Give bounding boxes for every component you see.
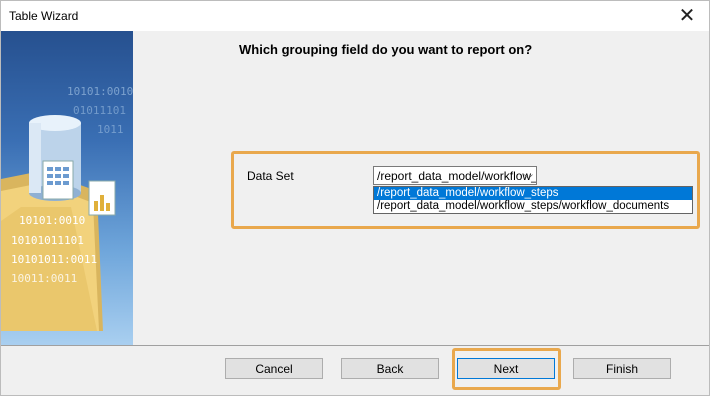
binary-text: 10011:0011 [11, 272, 77, 285]
binary-text: 10101:0010 [19, 214, 85, 227]
binary-text: 1011 [97, 123, 124, 136]
dataset-label: Data Set [247, 169, 294, 183]
close-icon[interactable]: ✕ [664, 0, 710, 31]
binary-text: 10101:0010 [67, 85, 133, 98]
chevron-down-icon[interactable]: ⌵ [524, 168, 533, 183]
next-button[interactable]: Next [457, 358, 555, 379]
footer-divider [1, 345, 709, 346]
window-title: Table Wizard [9, 9, 79, 23]
dataset-dropdown[interactable]: /report_data_model/workflow_ ⌵ [373, 166, 537, 185]
wizard-banner-image: 10101:0010 01011101 1011 10101:0010 1010… [1, 31, 133, 345]
dataset-option[interactable]: /report_data_model/workflow_steps/workfl… [374, 200, 692, 213]
dataset-options-list: /report_data_model/workflow_steps /repor… [373, 186, 693, 214]
binary-text: 10101011101 [11, 234, 84, 247]
dataset-selected-value: /report_data_model/workflow_ [377, 169, 537, 183]
cancel-button[interactable]: Cancel [225, 358, 323, 379]
database-folder-illustration: 10101:0010 01011101 1011 10101:0010 1010… [1, 85, 133, 331]
binary-text: 10101011:0011 [11, 253, 97, 266]
back-button[interactable]: Back [341, 358, 439, 379]
finish-button[interactable]: Finish [573, 358, 671, 379]
page-title: Which grouping field do you want to repo… [239, 42, 533, 57]
dataset-option[interactable]: /report_data_model/workflow_steps [374, 187, 692, 200]
binary-text: 01011101 [73, 104, 126, 117]
title-bar: Table Wizard ✕ [0, 0, 710, 31]
